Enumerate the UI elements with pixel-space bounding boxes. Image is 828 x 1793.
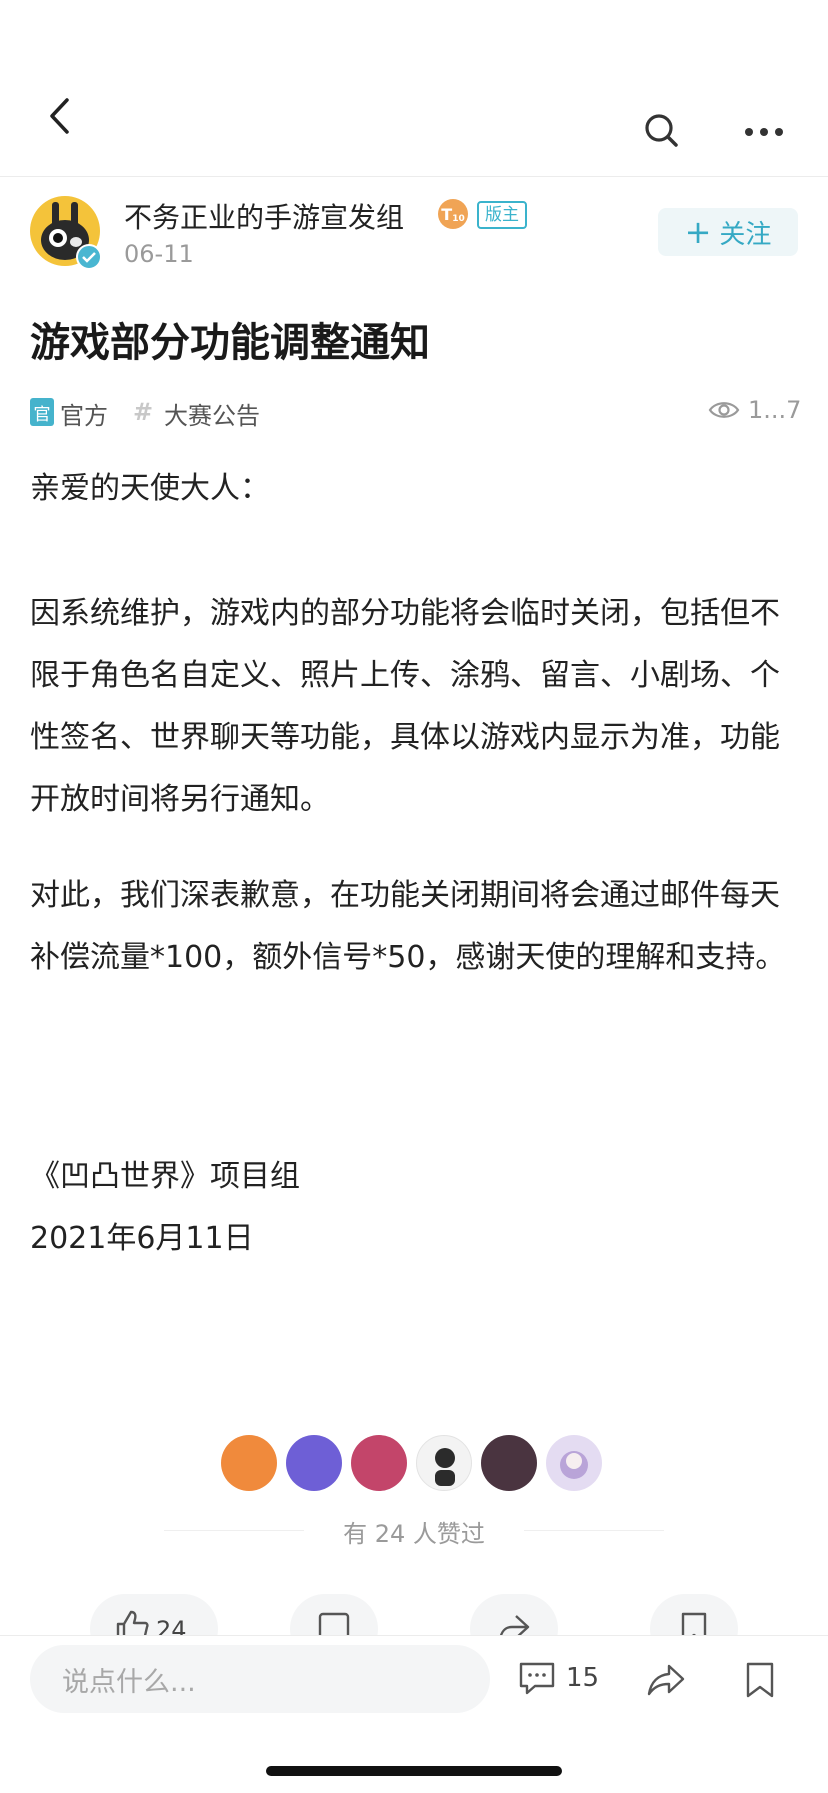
post-date: 06-11 <box>124 240 194 268</box>
more-button[interactable] <box>744 112 784 152</box>
home-indicator <box>266 1766 562 1776</box>
view-count-text: 1...7 <box>748 396 802 424</box>
author-name[interactable]: 不务正业的手游宣发组 <box>124 196 404 236</box>
share-button[interactable] <box>644 1658 688 1702</box>
official-tag-icon: 官 <box>30 398 54 426</box>
level-badge: T 10 <box>438 199 468 229</box>
share-icon <box>647 1664 685 1696</box>
liker-avatar[interactable] <box>416 1435 472 1491</box>
topic-tag[interactable]: 大赛公告 <box>164 396 260 431</box>
eye-icon <box>708 402 740 418</box>
back-button[interactable] <box>40 96 80 136</box>
search-button[interactable] <box>642 111 682 151</box>
more-horizontal-icon <box>745 128 783 136</box>
post-greeting: 亲爱的天使大人： <box>30 471 270 506</box>
bookmark-icon <box>746 1662 774 1698</box>
liker-avatar[interactable] <box>286 1435 342 1491</box>
moderator-badge: 版主 <box>477 201 527 229</box>
comment-icon <box>519 1662 555 1695</box>
hashtag-icon: # <box>133 398 154 426</box>
top-nav-bar <box>0 0 828 177</box>
post-signature: 《凹凸世界》项目组 <box>30 1159 300 1194</box>
chevron-left-icon <box>50 98 69 134</box>
level-badge-number: 10 <box>452 214 465 224</box>
comment-input[interactable]: 说点什么... <box>30 1645 490 1713</box>
verified-icon <box>76 244 102 270</box>
level-badge-letter: T <box>441 204 453 224</box>
post-title: 游戏部分功能调整通知 <box>30 320 430 366</box>
liker-avatar[interactable] <box>221 1435 277 1491</box>
liker-avatar[interactable] <box>351 1435 407 1491</box>
official-tag[interactable]: 官方 <box>60 396 108 431</box>
comments-button[interactable]: 15 <box>518 1660 599 1696</box>
follow-button[interactable]: + 关注 <box>658 208 798 256</box>
post-paragraph-1: 因系统维护，游戏内的部分功能将会临时关闭，包括但不限于角色名自定义、照片上传、涂… <box>30 596 780 817</box>
comment-placeholder: 说点什么... <box>62 1666 196 1698</box>
comment-count: 15 <box>566 1663 600 1693</box>
liker-avatar[interactable] <box>481 1435 537 1491</box>
post-signature-date: 2021年6月11日 <box>30 1221 254 1256</box>
post-paragraph-2: 对此，我们深表歉意，在功能关闭期间将会通过邮件每天补偿流量*100，额外信号*5… <box>30 878 786 975</box>
liker-avatar[interactable] <box>546 1435 602 1491</box>
search-icon <box>645 114 678 147</box>
follow-label: 关注 <box>719 219 772 250</box>
bookmark-button[interactable] <box>740 1658 780 1702</box>
plus-icon: + <box>684 213 712 251</box>
view-count: 1...7 <box>708 396 801 424</box>
likes-summary[interactable]: 有 24 人赞过 <box>0 1514 828 1549</box>
